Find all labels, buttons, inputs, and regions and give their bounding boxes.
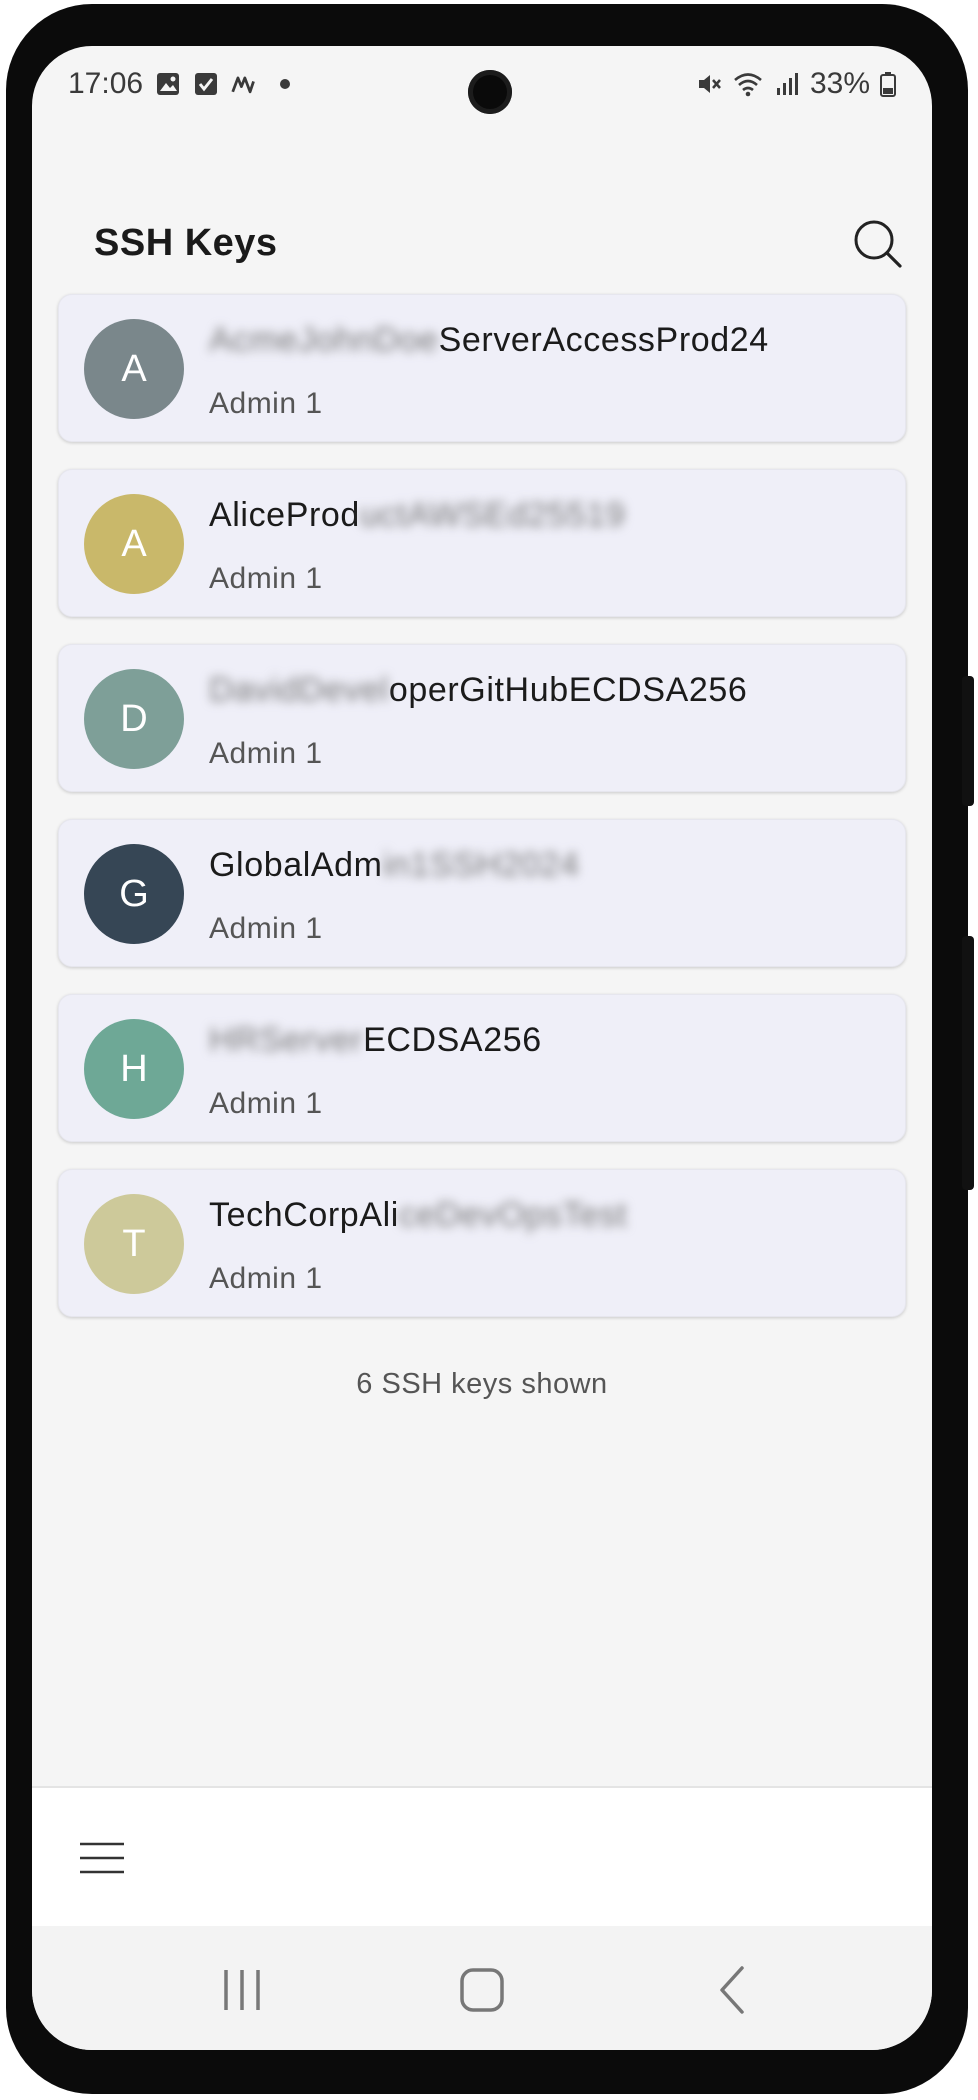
signal-icon xyxy=(776,73,798,95)
back-icon xyxy=(720,1966,744,2014)
ssh-key-subtitle: Admin 1 xyxy=(209,562,323,595)
mute-icon xyxy=(698,75,721,93)
checkbox-icon xyxy=(195,73,218,95)
ssh-key-subtitle: Admin 1 xyxy=(209,387,323,420)
key-name-visible: TechCorpAli xyxy=(209,1196,399,1234)
recents-button[interactable] xyxy=(212,1962,272,2018)
avatar: G xyxy=(84,844,184,944)
back-button[interactable] xyxy=(704,1962,764,2018)
redacted-text: HRServer xyxy=(209,1021,364,1059)
screen: 17:06 33% SSH Keys A AcmeJohnDoeServerAc… xyxy=(32,46,932,2050)
avatar-initial: T xyxy=(122,1222,146,1265)
ssh-key-name: HRServerECDSA256 xyxy=(209,1021,542,1060)
redacted-text: ceDevOpsTest xyxy=(398,1196,628,1234)
ssh-key-item[interactable]: G GlobalAdmin1SSH2024 Admin 1 xyxy=(58,819,906,967)
home-icon xyxy=(460,1968,504,2012)
search-icon xyxy=(854,220,902,268)
ssh-key-name: AcmeJohnDoeServerAccessProd24 xyxy=(209,321,769,360)
ssh-key-item[interactable]: H HRServerECDSA256 Admin 1 xyxy=(58,994,906,1142)
menu-button[interactable] xyxy=(78,1838,126,1878)
key-name-visible: ServerAccessProd24 xyxy=(438,321,769,359)
app-icon xyxy=(231,76,255,94)
ssh-key-item[interactable]: A AliceProductAWSEd25519 Admin 1 xyxy=(58,469,906,617)
key-name-visible: ECDSA256 xyxy=(363,1021,542,1059)
ssh-key-subtitle: Admin 1 xyxy=(209,1087,323,1120)
redacted-text: uctAWSEd25519 xyxy=(359,496,626,534)
status-right: 33% xyxy=(696,67,896,101)
recents-icon xyxy=(224,1970,260,2010)
ssh-key-name: GlobalAdmin1SSH2024 xyxy=(209,846,580,885)
ssh-key-name: TechCorpAliceDevOpsTest xyxy=(209,1196,627,1235)
key-name-visible: GlobalAdm xyxy=(209,846,383,884)
app-header: SSH Keys xyxy=(32,166,932,286)
ssh-key-list: A AcmeJohnDoeServerAccessProd24 Admin 1 … xyxy=(58,294,906,1344)
image-icon xyxy=(157,73,180,95)
avatar-initial: G xyxy=(119,872,149,915)
avatar-initial: A xyxy=(121,522,147,565)
ssh-key-item[interactable]: T TechCorpAliceDevOpsTest Admin 1 xyxy=(58,1169,906,1317)
avatar: H xyxy=(84,1019,184,1119)
side-button xyxy=(962,936,974,1190)
ssh-key-name: AliceProductAWSEd25519 xyxy=(209,496,625,535)
ssh-key-item[interactable]: D DavidDeveloperGitHubECDSA256 Admin 1 xyxy=(58,644,906,792)
key-name-visible: AliceProd xyxy=(209,496,360,534)
redacted-text: AcmeJohnDoe xyxy=(209,321,439,359)
wifi-icon xyxy=(734,73,762,97)
search-button[interactable] xyxy=(850,216,906,272)
battery-icon xyxy=(880,72,896,97)
avatar: A xyxy=(84,494,184,594)
ssh-key-item[interactable]: A AcmeJohnDoeServerAccessProd24 Admin 1 xyxy=(58,294,906,442)
home-button[interactable] xyxy=(452,1962,512,2018)
avatar: T xyxy=(84,1194,184,1294)
avatar-initial: A xyxy=(121,347,147,390)
avatar-initial: D xyxy=(120,697,148,740)
front-camera xyxy=(468,70,512,114)
status-left: 17:06 xyxy=(68,67,291,101)
redacted-text: in1SSH2024 xyxy=(382,846,580,884)
dot-icon xyxy=(280,79,291,89)
system-navigation-bar xyxy=(32,1926,932,2050)
menu-icon xyxy=(80,1842,124,1874)
battery-percent: 33% xyxy=(809,67,870,100)
side-button xyxy=(962,676,974,806)
ssh-key-subtitle: Admin 1 xyxy=(209,737,323,770)
page-title: SSH Keys xyxy=(94,222,278,264)
redacted-text: DavidDevel xyxy=(209,671,389,709)
avatar: A xyxy=(84,319,184,419)
bottom-app-bar xyxy=(32,1786,932,1928)
avatar: D xyxy=(84,669,184,769)
ssh-key-subtitle: Admin 1 xyxy=(209,1262,323,1295)
avatar-initial: H xyxy=(120,1047,148,1090)
key-name-visible: operGitHubECDSA256 xyxy=(388,671,748,709)
ssh-key-subtitle: Admin 1 xyxy=(209,912,323,945)
status-time: 17:06 xyxy=(68,67,144,100)
keys-count-label: 6 SSH keys shown xyxy=(356,1368,608,1400)
ssh-key-name: DavidDeveloperGitHubECDSA256 xyxy=(209,671,747,710)
